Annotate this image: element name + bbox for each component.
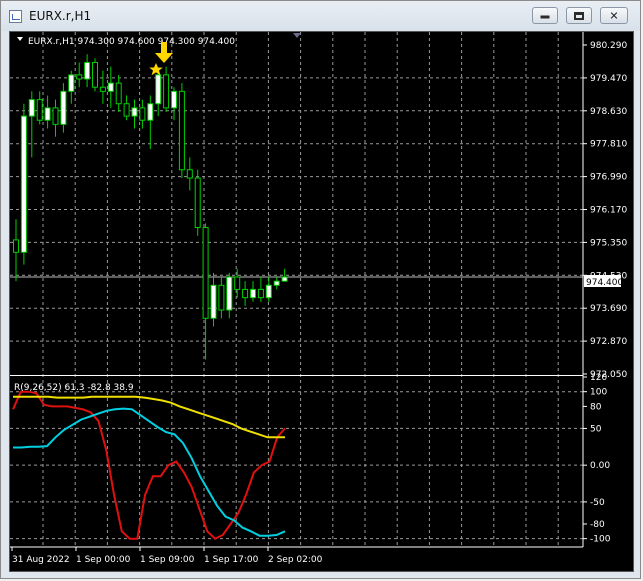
maximize-icon — [574, 11, 584, 20]
candle — [139, 99, 146, 129]
price-chart[interactable]: 980.290 979.470 978.630 977.810 976.990 976.1… — [10, 32, 633, 571]
candle — [250, 281, 256, 302]
title-bar[interactable]: EURX.r,H1 ✕ — [1, 1, 640, 31]
candle — [155, 70, 162, 117]
candle — [68, 70, 75, 104]
price-axis-label: 980.290 — [590, 41, 627, 51]
price-axis-label: 973.690 — [590, 304, 627, 314]
candle — [36, 91, 43, 125]
candle — [171, 87, 177, 121]
chart-area[interactable]: 980.290 979.470 978.630 977.810 976.990 976.1… — [9, 31, 634, 572]
candle — [92, 58, 98, 92]
indicator-axis-label: 100 — [590, 388, 607, 398]
candle — [273, 277, 280, 290]
candle — [60, 83, 67, 133]
indicator-axis-label: 120 — [590, 373, 607, 383]
indicator-axis-label: 0.00 — [590, 461, 610, 471]
price-axis-label: 976.990 — [590, 173, 627, 183]
price-axis-label: 978.630 — [590, 107, 627, 117]
candle — [265, 277, 272, 302]
candle — [257, 277, 264, 302]
candle — [99, 70, 106, 104]
chart-window-icon — [9, 10, 22, 23]
indicator-line-yellow — [13, 395, 285, 439]
axes: 980.290 979.470 978.630 977.810 976.990 976.1… — [10, 32, 627, 565]
price-axis-label: 979.470 — [590, 74, 627, 84]
time-axis-label: 1 Sep 17:00 — [204, 555, 259, 565]
price-axis-label: 976.170 — [590, 206, 627, 216]
time-axis-label: 1 Sep 00:00 — [76, 555, 131, 565]
minimize-icon — [540, 15, 550, 19]
chart-header: EURX.r,H1 974.300 974.600 974.300 974.40… — [28, 37, 235, 47]
candle — [147, 95, 154, 150]
candle — [234, 268, 241, 298]
candle — [194, 169, 201, 236]
candle — [186, 157, 193, 191]
window-title: EURX.r,H1 — [29, 9, 92, 23]
minimize-button[interactable] — [532, 7, 558, 24]
candle — [123, 95, 130, 121]
candle — [107, 66, 114, 108]
close-button[interactable]: ✕ — [600, 7, 628, 24]
candle — [242, 281, 249, 306]
current-price-label: 974.400 — [586, 278, 623, 288]
candle — [84, 54, 91, 88]
close-icon: ✕ — [609, 9, 619, 22]
indicator-axis-label: -50 — [590, 498, 605, 508]
candle — [163, 66, 170, 112]
candle — [76, 62, 83, 88]
time-axis-label: 2 Sep 02:00 — [268, 555, 323, 565]
indicator-axis-label: 80 — [590, 402, 602, 412]
candle — [28, 91, 35, 158]
indicator-axis-label: -100 — [590, 535, 611, 545]
price-axis-label: 975.350 — [590, 238, 627, 248]
candle — [226, 272, 233, 319]
candles — [13, 54, 288, 360]
candle — [115, 74, 122, 112]
indicator-axis-label: 50 — [590, 424, 602, 434]
candle — [20, 103, 27, 265]
candle — [52, 99, 59, 137]
candle — [218, 277, 225, 319]
star-icon — [149, 63, 163, 76]
price-axis-label: 977.810 — [590, 140, 627, 150]
indicator-header: R(9,26,52) 61.3 -82.8 38.9 — [14, 383, 134, 393]
indicator-line-cyan — [13, 407, 286, 537]
candle — [131, 99, 138, 129]
time-axis-label: 1 Sep 09:00 — [140, 555, 195, 565]
maximize-button[interactable] — [566, 7, 592, 24]
chart-menu-triangle-icon[interactable] — [17, 37, 23, 41]
indicator-axis-label: -80 — [590, 520, 605, 530]
grid — [10, 32, 583, 547]
candle — [13, 219, 19, 282]
price-axis-label: 972.870 — [590, 337, 627, 347]
shift-marker-icon[interactable] — [293, 33, 301, 38]
candle — [178, 83, 185, 179]
candle — [210, 272, 217, 327]
candle — [44, 95, 51, 129]
terminal-window: EURX.r,H1 ✕ 980.290 979.470 978.630 977.810… — [0, 0, 641, 579]
time-axis-label: 31 Aug 2022 — [12, 555, 70, 565]
